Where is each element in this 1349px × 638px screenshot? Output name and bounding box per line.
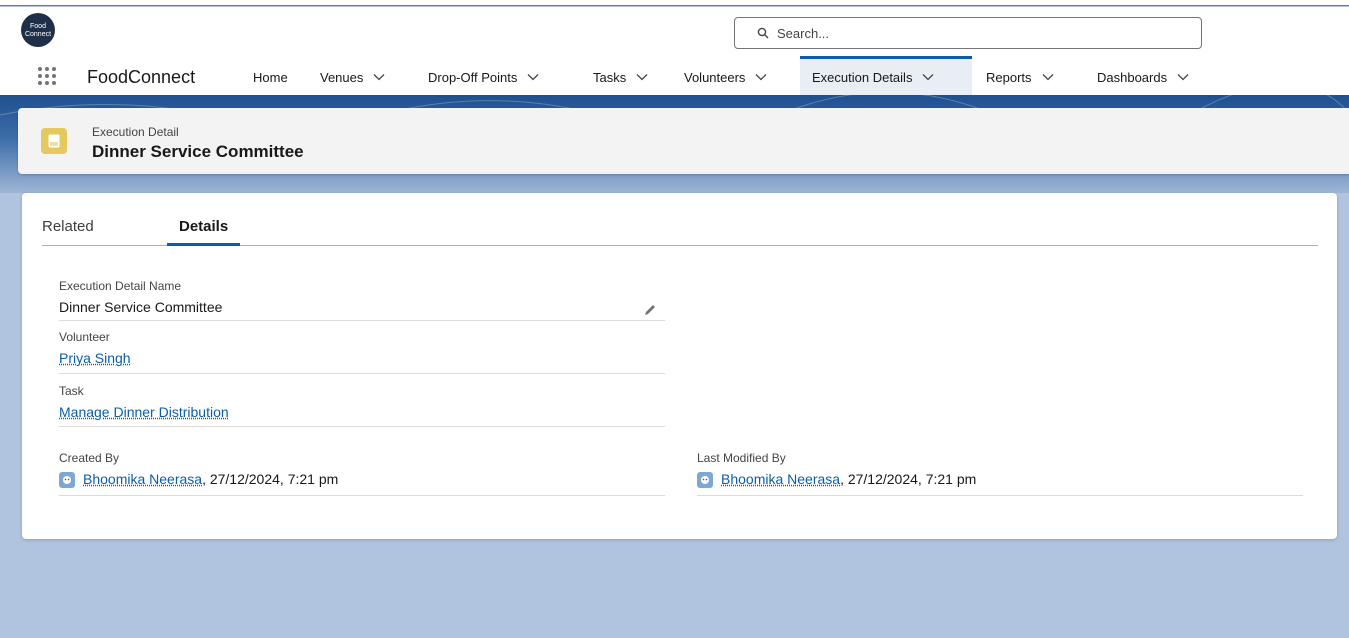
nav-item-label: Venues: [320, 69, 364, 85]
task-link[interactable]: Manage Dinner Distribution: [59, 404, 229, 420]
nav-item-label: Reports: [986, 69, 1032, 85]
field-label: Execution Detail Name: [59, 279, 182, 293]
details-card: Related Details Execution Detail Name Di…: [22, 193, 1337, 539]
field-divider: [59, 426, 665, 427]
nav-item-reports[interactable]: Reports: [986, 59, 1054, 95]
top-border: [0, 0, 1349, 6]
chevron-down-icon[interactable]: [1042, 73, 1054, 81]
edit-pencil-icon[interactable]: [643, 303, 657, 317]
nav-item-execution-details[interactable]: Execution Details: [800, 56, 972, 95]
chevron-down-icon[interactable]: [1177, 73, 1189, 81]
field-label: Created By: [59, 451, 120, 465]
app-launcher-icon[interactable]: [38, 67, 56, 85]
app-logo[interactable]: Food Connect: [21, 13, 55, 47]
search-icon: [757, 27, 769, 39]
field-divider: [59, 495, 665, 496]
nav-bar: FoodConnect Home Venues Drop-Off Points …: [0, 56, 1349, 95]
field-last-modified-by: Last Modified By Bhoomika Neerasa, 27/12…: [697, 451, 1303, 496]
tab-details[interactable]: Details: [167, 218, 241, 246]
search-input[interactable]: Search...: [734, 17, 1202, 49]
modified-date: , 27/12/2024, 7:21 pm: [840, 471, 977, 487]
nav-item-volunteers[interactable]: Volunteers: [684, 59, 767, 95]
chevron-down-icon[interactable]: [636, 73, 648, 81]
field-execution-detail-name: Execution Detail Name Dinner Service Com…: [59, 279, 665, 321]
nav-item-label: Drop-Off Points: [428, 69, 518, 85]
nav-item-label: Execution Details: [812, 69, 913, 85]
search-placeholder: Search...: [777, 25, 830, 41]
record-header: Execution Detail Dinner Service Committe…: [18, 108, 1349, 174]
tab-bar: Related Details: [42, 213, 1318, 246]
field-volunteer: Volunteer Priya Singh: [59, 330, 665, 374]
modified-by-user-link[interactable]: Bhoomika Neerasa: [721, 471, 840, 487]
created-date: , 27/12/2024, 7:21 pm: [202, 471, 339, 487]
nav-item-label: Volunteers: [684, 69, 746, 85]
chevron-down-icon[interactable]: [755, 73, 767, 81]
field-divider: [59, 373, 665, 374]
nav-item-label: Home: [253, 69, 288, 85]
created-by-user-link[interactable]: Bhoomika Neerasa: [83, 471, 202, 487]
tab-related[interactable]: Related: [42, 218, 94, 246]
nav-item-home[interactable]: Home: [253, 59, 288, 95]
chevron-down-icon[interactable]: [373, 73, 385, 81]
field-task: Task Manage Dinner Distribution: [59, 384, 665, 427]
field-label: Volunteer: [59, 330, 110, 344]
app-name: FoodConnect: [87, 67, 196, 87]
global-header: Food Connect Search... FoodConnect Home …: [0, 7, 1349, 95]
nav-item-label: Dashboards: [1097, 69, 1168, 85]
execution-detail-icon: [41, 128, 67, 154]
user-avatar-icon: [697, 472, 713, 489]
record-type-label: Execution Detail: [92, 125, 179, 139]
chevron-down-icon[interactable]: [527, 73, 539, 81]
field-divider: [697, 495, 1303, 496]
record-title: Dinner Service Committee: [92, 142, 304, 161]
nav-item-dropoff[interactable]: Drop-Off Points: [428, 59, 539, 95]
field-created-by: Created By Bhoomika Neerasa, 27/12/2024,…: [59, 451, 665, 496]
field-divider: [59, 320, 665, 321]
field-value: Dinner Service Committee: [59, 299, 223, 315]
volunteer-link[interactable]: Priya Singh: [59, 350, 131, 366]
field-label: Last Modified By: [697, 451, 786, 465]
nav-item-dashboards[interactable]: Dashboards: [1097, 59, 1189, 95]
nav-item-label: Tasks: [593, 69, 627, 85]
user-avatar-icon: [59, 472, 75, 489]
chevron-down-icon[interactable]: [922, 73, 934, 81]
nav-item-tasks[interactable]: Tasks: [593, 59, 648, 95]
field-label: Task: [59, 384, 84, 398]
nav-item-venues[interactable]: Venues: [320, 59, 385, 95]
